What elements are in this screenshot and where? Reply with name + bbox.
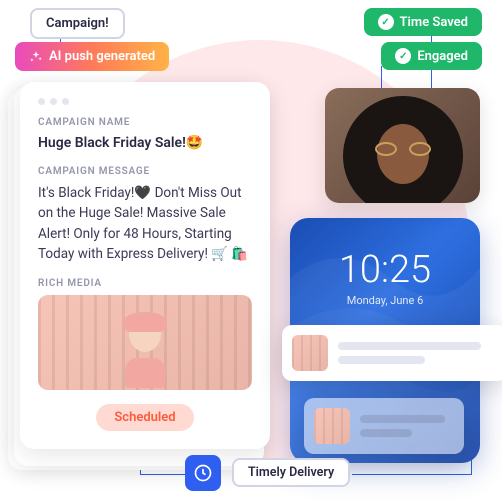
time-saved-label: Time Saved [400,15,468,30]
campaign-message-value: It's Black Friday!🖤 Don't Miss Out on th… [38,183,252,264]
status-badge[interactable]: Scheduled [96,404,193,431]
notification-text [338,335,497,371]
connector-line [352,474,472,475]
notification-card[interactable] [282,325,502,381]
text-placeholder-line [360,429,412,437]
engaged-label: Engaged [417,49,468,64]
lockscreen-time: 10:25 [290,248,480,292]
lockscreen-date: Monday, June 6 [290,294,480,307]
campaign-name-value: Huge Black Friday Sale!🤩 [38,134,252,152]
notification-thumbnail [292,335,328,371]
campaign-card[interactable]: CAMPAIGN NAME Huge Black Friday Sale!🤩 C… [20,82,270,449]
campaign-name-label: CAMPAIGN NAME [38,117,252,128]
clock-icon [185,455,221,491]
notification-card[interactable] [304,398,464,454]
engaged-badge: ✓ Engaged [381,42,482,70]
rich-media-label: RICH MEDIA [38,278,252,289]
avatar [325,88,480,203]
window-dots [38,98,252,105]
connector-line [140,474,188,475]
ai-push-badge: AI push generated [15,42,169,71]
campaign-card-stack: CAMPAIGN NAME Huge Black Friday Sale!🤩 C… [10,82,260,449]
text-placeholder-line [338,356,425,364]
campaign-chip: Campaign! [30,8,125,39]
window-dot [62,98,69,105]
time-saved-badge: ✓ Time Saved [364,8,482,36]
timely-delivery-chip: Timely Delivery [232,458,350,487]
text-placeholder-line [338,342,481,350]
notification-text [360,408,454,444]
rich-media-image [38,295,252,390]
window-dot [38,98,45,105]
window-dot [50,98,57,105]
campaign-message-label: CAMPAIGN MESSAGE [38,166,252,177]
image-subject [120,316,170,376]
ai-push-label: AI push generated [49,49,155,64]
sparkle-icon [29,50,43,64]
connector-line [381,66,382,90]
check-icon: ✓ [395,48,411,64]
notification-thumbnail [314,408,350,444]
text-placeholder-line [360,415,445,423]
check-icon: ✓ [378,14,394,30]
